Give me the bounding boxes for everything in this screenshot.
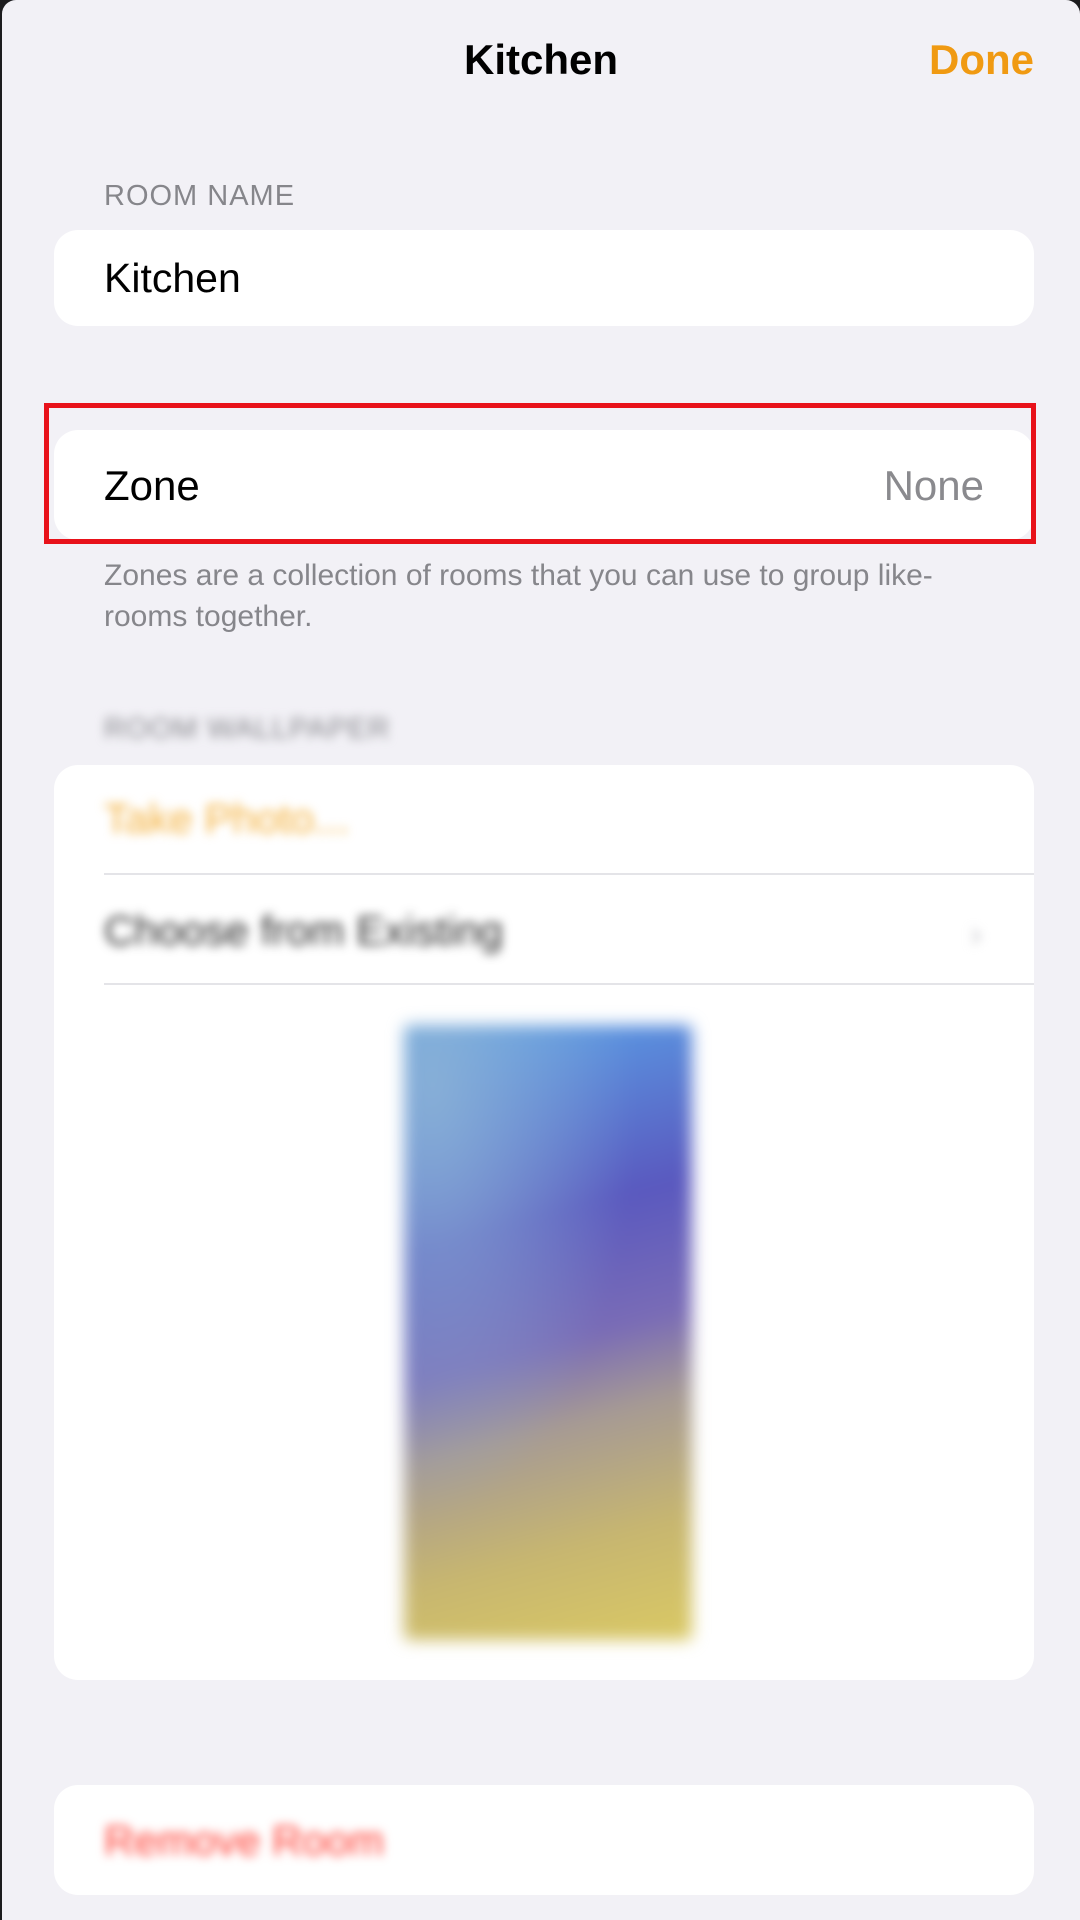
remove-room-button[interactable]: Remove Room — [104, 1817, 384, 1865]
take-photo-button[interactable]: Take Photo... — [104, 795, 349, 843]
room-wallpaper-header: ROOM WALLPAPER — [104, 713, 391, 745]
choose-existing-label: Choose from Existing — [104, 907, 504, 954]
divider — [104, 983, 1034, 985]
room-name-card — [54, 230, 1034, 326]
remove-room-card: Remove Room — [54, 1785, 1034, 1895]
zone-value: None — [883, 462, 984, 509]
zone-row[interactable]: Zone None — [54, 430, 1034, 540]
edit-room-sheet: Kitchen Done ROOM NAME Zone None Zones a… — [2, 0, 1080, 1920]
zone-footer-note: Zones are a collection of rooms that you… — [104, 559, 933, 633]
room-name-header: ROOM NAME — [104, 180, 296, 212]
zone-label: Zone — [104, 462, 200, 509]
wallpaper-card: Take Photo... Choose from Existing › — [54, 765, 1034, 1680]
nav-title: Kitchen — [463, 36, 618, 83]
chevron-right-icon: › — [970, 913, 982, 954]
done-button[interactable]: Done — [929, 36, 1034, 84]
choose-existing-row[interactable]: Choose from Existing › — [54, 875, 1034, 983]
room-name-field[interactable] — [104, 230, 984, 326]
wallpaper-preview-image[interactable] — [404, 1025, 692, 1640]
